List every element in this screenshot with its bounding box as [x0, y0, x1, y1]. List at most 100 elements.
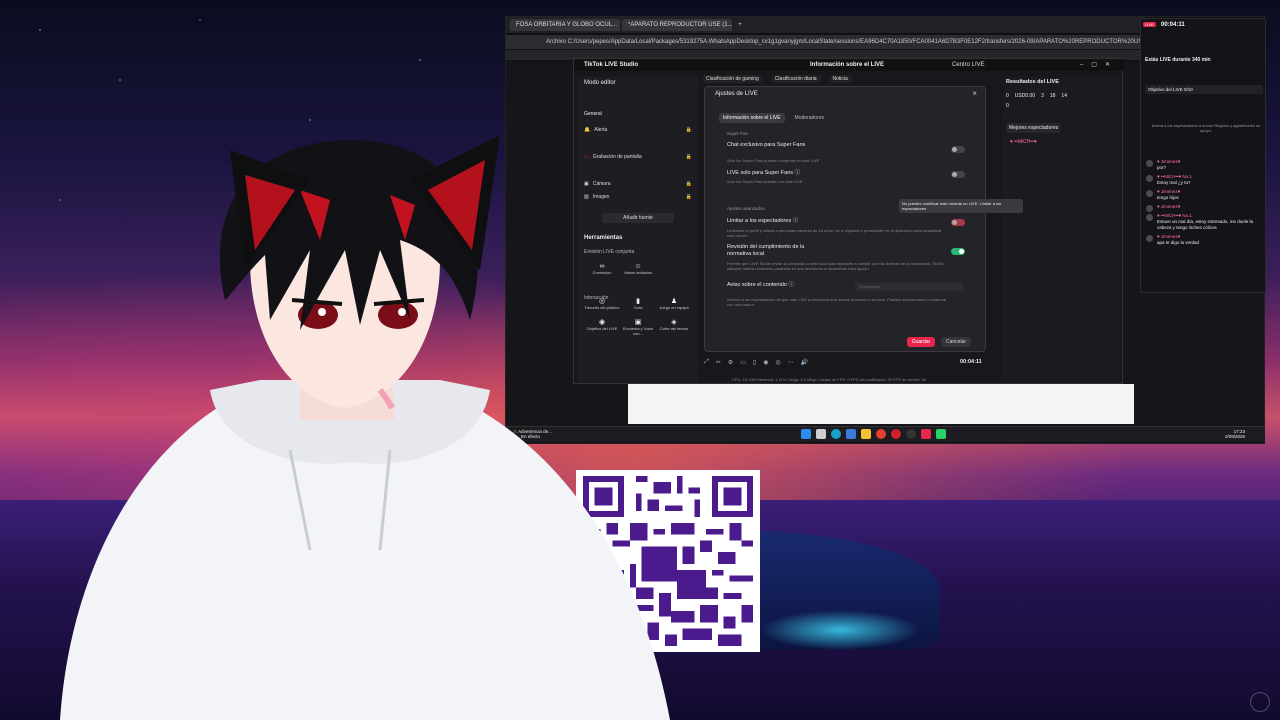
- portrait-icon[interactable]: ▯: [753, 359, 756, 366]
- tab-moderators[interactable]: Moderadores: [791, 113, 828, 123]
- chat-message: ♥ Jimenez♥: [1145, 204, 1263, 212]
- stat-earnings: USD0.00: [1014, 93, 1036, 99]
- clock-date: 2/09/2026: [1224, 434, 1245, 439]
- settings-app-icon[interactable]: [846, 429, 856, 439]
- app-name: TikTok LIVE Studio: [584, 62, 639, 68]
- limit-viewers-toggle[interactable]: [951, 219, 965, 226]
- start-icon[interactable]: [801, 429, 811, 439]
- scissors-icon[interactable]: ✂: [716, 359, 721, 366]
- live-badge: LIVE: [1143, 22, 1156, 27]
- setting-title: Aviso sobre el contenido ⓘ: [727, 282, 794, 288]
- pdf-page: [628, 384, 1134, 424]
- chat-text: Estuve un mal día, estoy estresado, me d…: [1157, 219, 1254, 230]
- setting-description: Limitando tu perfil y videos a personas …: [727, 228, 942, 238]
- folder-icon[interactable]: [861, 429, 871, 439]
- new-tab-button[interactable]: +: [734, 19, 746, 31]
- setting-title: Limitar a los espectadores ⓘ: [727, 218, 799, 224]
- opera-icon[interactable]: [891, 429, 901, 439]
- settings-icon[interactable]: ⚙: [728, 359, 733, 366]
- live-center-button[interactable]: Centro LIVE: [952, 59, 985, 71]
- stream-scene: FOSA ORBITARIA Y GLOBO OCUL... *APARATO …: [0, 0, 1280, 720]
- chat-message: ♥ ••MiCH••♥ No.1 Estuve un mal día, estoy…: [1145, 213, 1263, 231]
- chat-text: apa te digo la verdad: [1157, 240, 1200, 245]
- preview-toolbar: ⤢ ✂ ⚙ ▭ ▯ ◉ ◎ ⋯ 🔊: [704, 357, 994, 367]
- chat-message: ♥ Jimenez♥ por?: [1145, 159, 1263, 171]
- dialog-title: Ajustes de LIVE: [715, 91, 758, 97]
- section-superfan: Super Fan: [727, 131, 749, 136]
- studio-titlebar: TikTok LIVE Studio Información sobre el …: [574, 59, 1124, 71]
- compliance-toggle[interactable]: [951, 248, 965, 255]
- stat-value: 18: [1049, 93, 1056, 99]
- browser-tab-strip: FOSA ORBITARIA Y GLOBO OCUL... *APARATO …: [506, 17, 1146, 33]
- vtuber-avatar: [60, 135, 670, 720]
- setting-description: Solo los Super Fans pueden ver este LIVE: [727, 179, 803, 184]
- tab-news[interactable]: Noticia: [828, 75, 852, 83]
- tab-daily-ranking[interactable]: Clasificación diaria: [770, 75, 821, 83]
- live-duration-status: Estás LIVE durante 340 min: [1145, 57, 1211, 63]
- chat-text: por?: [1157, 165, 1167, 170]
- section-advanced: Ajustes avanzados: [727, 206, 765, 211]
- close-icon[interactable]: ×: [972, 89, 977, 98]
- chat-message: ♥ ••MiCH••♥ No.1 Estoy mal ¿y tu?: [1145, 174, 1263, 186]
- content-notice-select[interactable]: Seleccionar: [855, 283, 963, 291]
- chat-live-timer: 00:04:11: [1161, 22, 1185, 28]
- gift-hint: Anima a los espectadores a enviar Regalo…: [1151, 123, 1261, 133]
- system-clock[interactable]: 17:23 2/09/2026: [1225, 429, 1245, 439]
- camera-toggle-icon[interactable]: ◎: [775, 359, 780, 366]
- live-stats-row2: 0: [1006, 103, 1118, 109]
- browser-tab[interactable]: FOSA ORBITARIA Y GLOBO OCUL...: [510, 19, 620, 31]
- live-timer: 00:04:11: [960, 359, 982, 365]
- live-superfans-toggle[interactable]: [951, 171, 965, 178]
- stat-likes: 14: [1061, 93, 1067, 99]
- dialog-tabs: Información sobre el LIVE Moderadores: [719, 113, 828, 123]
- window-controls[interactable]: –▢✕: [1080, 59, 1118, 71]
- locked-tooltip: No puedes modificar esto durante un LIVE…: [899, 199, 1023, 213]
- tiktok-studio-icon[interactable]: [921, 429, 931, 439]
- setting-title: Revisión del cumplimiento de la normativ…: [727, 244, 805, 257]
- chat-messages: ♥ Jimenez♥ por? ♥ ••MiCH••♥ No.1 Estoy mal…: [1145, 159, 1263, 249]
- setting-title: LIVE solo para Super Fans ⓘ: [727, 170, 801, 176]
- top-viewer[interactable]: ♥ ••MiCH••♥: [1010, 139, 1037, 145]
- save-button[interactable]: Guardar: [907, 337, 935, 347]
- taskbar-apps: [801, 429, 946, 439]
- setting-description: Solo los Super Fans pueden comentar en e…: [727, 158, 820, 163]
- chrome-icon[interactable]: [876, 429, 886, 439]
- channel-watermark: [1250, 692, 1270, 712]
- stat-value: 0: [1006, 103, 1009, 109]
- live-chat-panel: LIVE 00:04:11 Estás LIVE durante 340 min…: [1140, 18, 1266, 293]
- chat-username[interactable]: ♥ Jimenez♥: [1157, 204, 1263, 210]
- edge-icon[interactable]: [831, 429, 841, 439]
- performance-status: CPU: 15.19% Memoria: 1.11% Carga: 3.3 Mb…: [732, 377, 926, 382]
- cancel-button[interactable]: Cancelar: [941, 337, 971, 347]
- more-icon[interactable]: ⋯: [788, 359, 794, 366]
- chat-text: Estoy mal ¿y tu?: [1157, 180, 1191, 185]
- volume-icon[interactable]: 🔊: [801, 359, 808, 366]
- setting-description: Permite que LIVE Studio revise tu conten…: [727, 261, 944, 271]
- chat-message: ♥ Jimenez♥ tengo hijos: [1145, 189, 1263, 201]
- best-viewers-tab[interactable]: Mejores espectadores: [1006, 123, 1062, 133]
- live-goal-bar[interactable]: Objetivo del LIVE 0/10: [1145, 85, 1263, 94]
- editor-mode-dropdown[interactable]: Modo editor: [584, 80, 616, 86]
- tab-gaming-ranking[interactable]: Clasificación de gaming: [702, 75, 763, 83]
- chat-message: ♥ Jimenez♥ apa te digo la verdad: [1145, 234, 1263, 246]
- live-results-panel: Resultados del LIVE 0 USD0.00 3 18 14 0 …: [1002, 77, 1120, 382]
- chat-text: tengo hijos: [1157, 195, 1179, 200]
- stat-value: 0: [1006, 93, 1009, 99]
- file-explorer-icon[interactable]: [816, 429, 826, 439]
- obs-icon[interactable]: [906, 429, 916, 439]
- fullscreen-icon[interactable]: ⤢: [704, 359, 709, 366]
- whatsapp-icon[interactable]: [936, 429, 946, 439]
- live-results-title: Resultados del LIVE: [1006, 79, 1059, 85]
- tab-live-info[interactable]: Información sobre el LIVE: [719, 113, 785, 123]
- water-glow: [760, 610, 920, 650]
- live-info-link[interactable]: Información sobre el LIVE: [810, 59, 884, 71]
- landscape-icon[interactable]: ▭: [740, 359, 746, 366]
- stat-value: 3: [1041, 93, 1044, 99]
- record-icon[interactable]: ◉: [763, 359, 768, 366]
- live-settings-dialog: Ajustes de LIVE × Información sobre el L…: [704, 86, 1023, 352]
- browser-tab[interactable]: *APARATO REPRODUCTOR USE (1...: [622, 19, 732, 31]
- address-bar[interactable]: Archivo C:/Users/pepes/AppData/Local/Pac…: [506, 35, 1146, 49]
- ranking-tabs: Clasificación de gaming Clasificación di…: [702, 75, 852, 83]
- setting-title: Chat exclusivo para Super Fans: [727, 142, 806, 148]
- chat-superfans-toggle[interactable]: [951, 146, 965, 153]
